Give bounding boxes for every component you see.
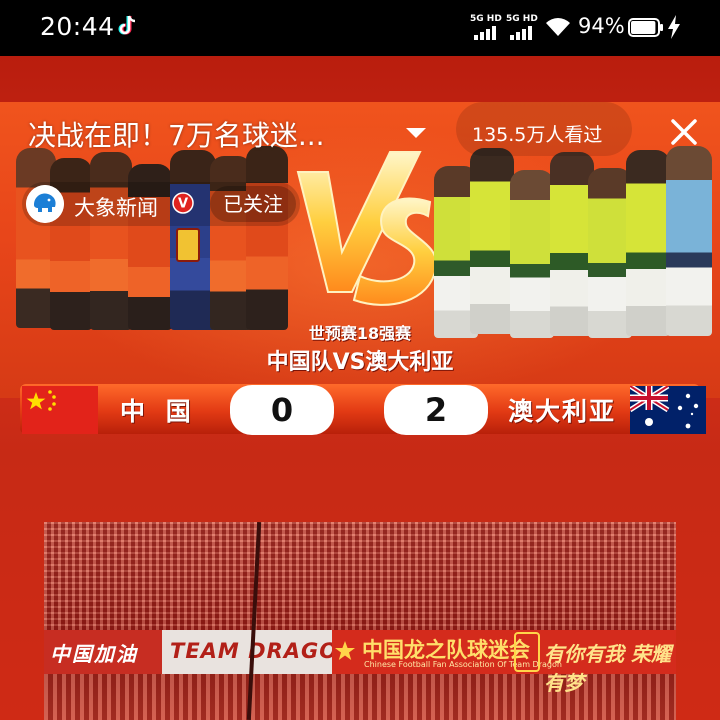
sim1-label: 5G HD [470,14,502,24]
wifi-icon [546,18,570,36]
home-score: 0 [230,385,334,435]
signal-icon [474,26,496,40]
tiktok-icon [118,15,136,35]
fan-banner-team-text: TEAM DRAGON [170,639,357,663]
away-team-name: 澳大利亚 [508,397,617,426]
home-team-name: 中 国 [120,397,197,426]
qualifier-label: 世预赛18强赛 [308,324,412,343]
video-title[interactable]: 决战在即！7万名球迷... [28,114,325,154]
signal-sim2: 5G HD [506,14,540,42]
battery-percent: 94% [578,14,625,38]
star-icon [335,641,355,660]
fan-banner: 中国加油 TEAM DRAGON 中国龙之队球迷会 Chinese Footba… [44,630,676,695]
battery-icon [628,18,663,37]
sim2-label: 5G HD [506,14,538,24]
view-count: 135.5万人看过 [472,124,603,146]
charging-icon [668,15,680,39]
signal-sim1: 5G HD [470,14,504,42]
status-bar: 20:44 5G HD 5G HD 94% [0,0,720,56]
away-score: 2 [384,385,488,435]
stadium-crowd-image: 中国加油 TEAM DRAGON 中国龙之队球迷会 Chinese Footba… [44,522,676,720]
australia-flag-icon [630,386,706,434]
chevron-down-icon[interactable] [404,126,428,140]
elephant-logo-icon [26,185,64,223]
follow-button[interactable]: 已关注 [210,186,296,222]
close-icon[interactable] [670,118,698,146]
avatar[interactable] [26,185,64,223]
fan-badge-icon [514,632,540,672]
match-title: 中国队VS澳大利亚 [266,350,454,375]
fan-banner-right-text: 有你有我 荣耀有梦 [544,642,671,695]
status-time: 20:44 [40,12,115,41]
vs-logo [296,151,438,306]
verified-icon: V [172,192,194,214]
channel-name[interactable]: 大象新闻 [74,192,158,222]
score-bar: 中 国 0 2 澳大利亚 [20,384,706,435]
video-player[interactable]: 世预赛18强赛 中国队VS澳大利亚 中 国 0 2 澳大利亚 决战在即！7万名球… [0,56,720,720]
signal-icon [510,26,532,40]
fan-banner-left-text: 中国加油 [50,642,138,666]
china-flag-icon [22,386,98,434]
verified-mark: V [178,197,188,212]
